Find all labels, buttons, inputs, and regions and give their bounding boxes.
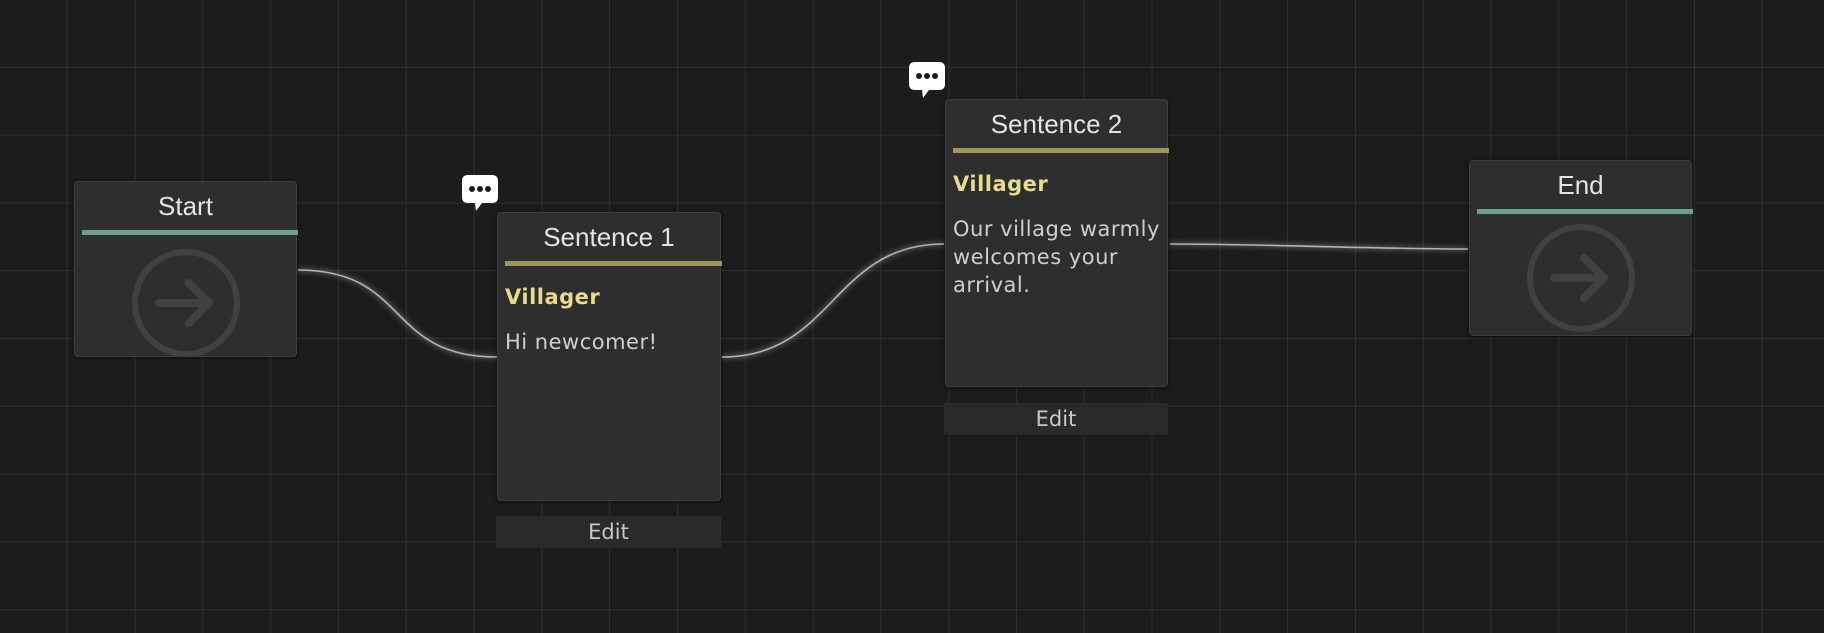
speaker-name: Villager: [505, 285, 601, 309]
sentence-node-accent-bar: [953, 148, 1169, 153]
sentence-node-accent-bar: [505, 261, 722, 266]
sentence-node-title: Sentence 2: [990, 109, 1123, 139]
start-node-title: Start: [158, 191, 213, 221]
wire-start-to-sentence-1: [297, 269, 498, 358]
speech-bubble-icon: [909, 62, 945, 98]
start-node-accent-bar: [82, 230, 298, 235]
arrow-right-circle-icon: [1527, 224, 1635, 332]
sentence-text: Hi newcomer!: [505, 330, 658, 354]
sentence-node-title: Sentence 1: [543, 222, 675, 252]
end-node[interactable]: End: [1469, 160, 1693, 336]
wire-sentence-1-to-sentence-2: [721, 243, 945, 358]
arrow-right-circle-icon: [132, 249, 240, 357]
start-node[interactable]: Start: [74, 181, 298, 357]
speech-bubble-icon: [462, 175, 498, 211]
edit-button[interactable]: Edit: [496, 516, 721, 548]
sentence-node-2[interactable]: Sentence 2 Villager Our village warmly w…: [945, 99, 1169, 387]
sentence-node-1[interactable]: Sentence 1 Villager Hi newcomer!: [497, 212, 722, 501]
wire-sentence-2-to-end: [1169, 243, 1469, 250]
end-node-title: End: [1557, 170, 1604, 200]
edit-button[interactable]: Edit: [944, 403, 1168, 435]
end-node-accent-bar: [1477, 209, 1693, 214]
speaker-name: Villager: [953, 172, 1049, 196]
sentence-text: Our village warmly welcomes your arrival…: [953, 217, 1160, 297]
